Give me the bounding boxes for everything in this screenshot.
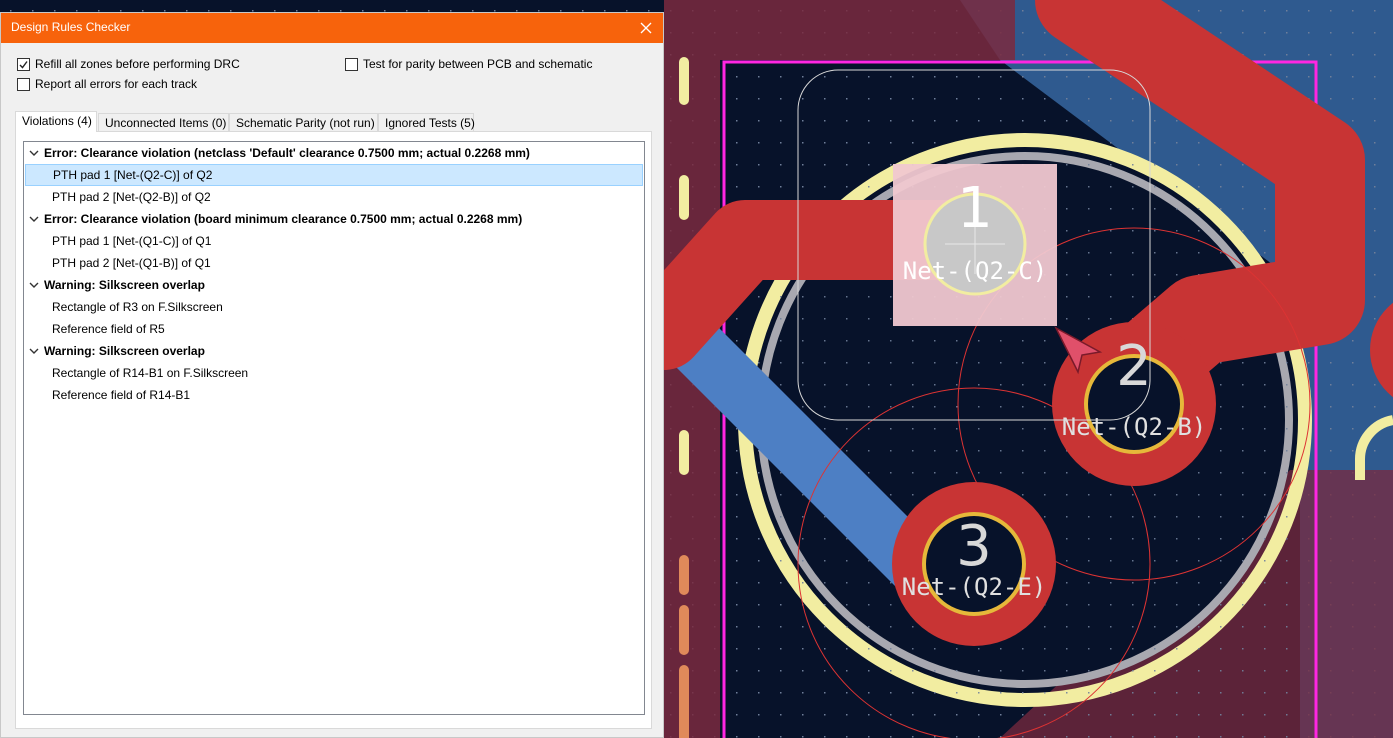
tab-unconnected-items[interactable]: Unconnected Items (0) <box>98 113 229 131</box>
violation-item-text: PTH pad 2 [Net-(Q1-B)] of Q1 <box>52 256 211 270</box>
pad-1-number: 1 <box>957 176 993 241</box>
violation-item[interactable]: PTH pad 2 [Net-(Q1-B)] of Q1 <box>25 252 643 274</box>
refill-zones-label: Refill all zones before performing DRC <box>35 57 240 71</box>
pad-2-net: Net-(Q2-B) <box>1062 413 1207 441</box>
tab-violations[interactable]: Violations (4) <box>15 111 97 132</box>
checkbox-unchecked[interactable] <box>17 77 30 91</box>
report-all-errors-label: Report all errors for each track <box>35 77 198 91</box>
tab-ignored-tests[interactable]: Ignored Tests (5) <box>378 113 475 131</box>
dialog-titlebar[interactable]: Design Rules Checker <box>1 13 663 43</box>
violation-item-text: Rectangle of R14-B1 on F.Silkscreen <box>52 366 249 380</box>
pad-3-net: Net-(Q2-E) <box>902 573 1047 601</box>
violation-item[interactable]: Rectangle of R14-B1 on F.Silkscreen <box>25 362 643 384</box>
chevron-down-icon[interactable] <box>29 215 39 223</box>
violation-header-text: Warning: Silkscreen overlap <box>44 278 205 292</box>
pad-2-number: 2 <box>1116 334 1152 399</box>
violation-header-text: Error: Clearance violation (board minimu… <box>44 212 523 226</box>
violation-header[interactable]: Error: Clearance violation (netclass 'De… <box>25 142 643 164</box>
violation-item-text: PTH pad 1 [Net-(Q2-C)] of Q2 <box>53 168 213 182</box>
violation-item-text: Reference field of R14-B1 <box>52 388 191 402</box>
violation-header-text: Warning: Silkscreen overlap <box>44 344 205 358</box>
violations-tree[interactable]: Error: Clearance violation (netclass 'De… <box>23 141 645 715</box>
pad-1-net: Net-(Q2-C) <box>903 257 1048 285</box>
violation-header[interactable]: Error: Clearance violation (board minimu… <box>25 208 643 230</box>
violation-item-text: PTH pad 2 [Net-(Q2-B)] of Q2 <box>52 190 211 204</box>
checkbox-unchecked[interactable] <box>345 57 358 71</box>
violation-item[interactable]: PTH pad 2 [Net-(Q2-B)] of Q2 <box>25 186 643 208</box>
violation-item-text: Reference field of R5 <box>52 322 165 336</box>
tab-schematic-parity[interactable]: Schematic Parity (not run) <box>229 113 378 131</box>
violation-item[interactable]: Reference field of R5 <box>25 318 643 340</box>
dialog-title: Design Rules Checker <box>11 20 131 34</box>
violation-item-selected[interactable]: PTH pad 1 [Net-(Q2-C)] of Q2 <box>25 164 643 186</box>
refill-zones-checkbox[interactable]: Refill all zones before performing DRC <box>17 57 240 71</box>
violation-item-text: Rectangle of R3 on F.Silkscreen <box>52 300 223 314</box>
test-parity-checkbox[interactable]: Test for parity between PCB and schemati… <box>345 57 592 71</box>
violation-header-text: Error: Clearance violation (netclass 'De… <box>44 146 530 160</box>
check-icon <box>19 60 28 69</box>
chevron-down-icon[interactable] <box>29 347 39 355</box>
violation-header[interactable]: Warning: Silkscreen overlap <box>25 274 643 296</box>
close-button[interactable] <box>629 13 663 43</box>
violation-header[interactable]: Warning: Silkscreen overlap <box>25 340 643 362</box>
violations-panel: Error: Clearance violation (netclass 'De… <box>15 131 652 729</box>
pad-3-number: 3 <box>956 514 992 579</box>
chevron-down-icon[interactable] <box>29 149 39 157</box>
violation-item[interactable]: Reference field of R14-B1 <box>25 384 643 406</box>
drc-dialog: Design Rules Checker Refill all zones be… <box>0 12 664 738</box>
test-parity-label: Test for parity between PCB and schemati… <box>363 57 593 71</box>
close-icon <box>640 22 652 34</box>
violation-item-text: PTH pad 1 [Net-(Q1-C)] of Q1 <box>52 234 212 248</box>
checkbox-checked[interactable] <box>17 57 30 71</box>
chevron-down-icon[interactable] <box>29 281 39 289</box>
violation-item[interactable]: Rectangle of R3 on F.Silkscreen <box>25 296 643 318</box>
report-all-errors-checkbox[interactable]: Report all errors for each track <box>17 77 197 91</box>
violation-item[interactable]: PTH pad 1 [Net-(Q1-C)] of Q1 <box>25 230 643 252</box>
